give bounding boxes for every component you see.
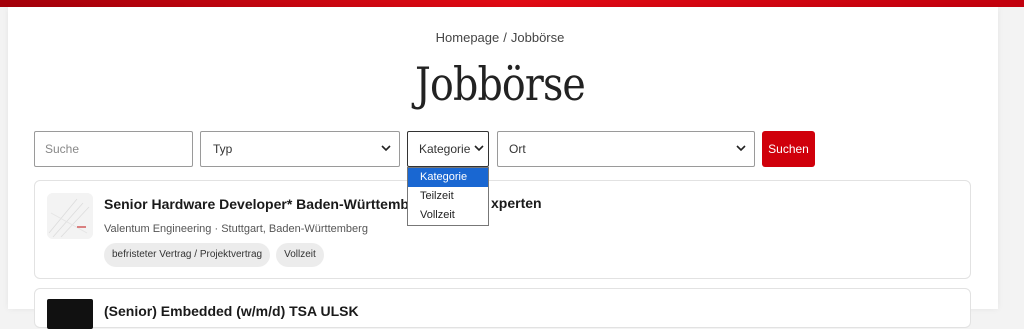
breadcrumb-current: Jobbörse bbox=[510, 30, 565, 45]
category-select-value: Kategorie bbox=[419, 142, 471, 156]
job-meta: Valentum Engineering · Stuttgart, Baden-… bbox=[104, 223, 368, 235]
page-title: Jobbörse bbox=[415, 57, 586, 111]
category-option-teilzeit[interactable]: Teilzeit bbox=[408, 187, 488, 206]
brand-top-bar bbox=[0, 0, 1024, 7]
category-option-vollzeit[interactable]: Vollzeit bbox=[408, 206, 488, 225]
company-logo bbox=[47, 193, 93, 239]
category-dropdown-list: Kategorie Teilzeit Vollzeit bbox=[407, 167, 489, 226]
breadcrumb-separator: / bbox=[503, 30, 507, 45]
type-select[interactable]: Typ bbox=[200, 131, 400, 167]
chevron-down-icon bbox=[381, 132, 391, 180]
company-logo bbox=[47, 299, 93, 329]
location-select-value: Ort bbox=[509, 142, 526, 156]
job-title-overflow: xperten bbox=[491, 195, 542, 211]
location-select[interactable]: Ort bbox=[497, 131, 755, 167]
search-button[interactable]: Suchen bbox=[762, 131, 815, 167]
job-tags: befristeter Vertrag / Projektvertrag Vol… bbox=[104, 243, 324, 267]
category-select[interactable]: Kategorie bbox=[407, 131, 489, 167]
category-option-kategorie[interactable]: Kategorie bbox=[408, 168, 488, 187]
job-card[interactable]: (Senior) Embedded (w/m/d) TSA ULSK bbox=[34, 288, 971, 329]
tag-employment-type: Vollzeit bbox=[276, 243, 324, 267]
search-input[interactable]: Suche bbox=[34, 131, 193, 167]
job-title[interactable]: Senior Hardware Developer* Baden-Württem… bbox=[104, 196, 431, 212]
breadcrumb-home-link[interactable]: Homepage bbox=[436, 30, 500, 45]
breadcrumb: Homepage / Jobbörse bbox=[0, 30, 1000, 45]
chevron-down-icon bbox=[736, 132, 746, 180]
type-select-value: Typ bbox=[213, 142, 233, 156]
tag-contract-type: befristeter Vertrag / Projektvertrag bbox=[104, 243, 271, 267]
job-title[interactable]: (Senior) Embedded (w/m/d) TSA ULSK bbox=[104, 303, 359, 319]
